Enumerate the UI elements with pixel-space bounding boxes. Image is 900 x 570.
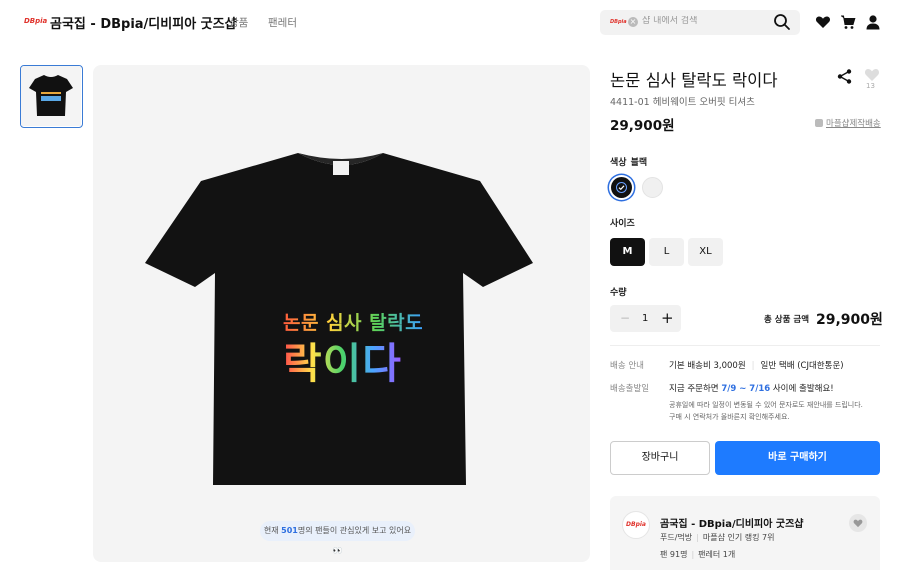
shop-rank: 마플샵 인기 랭킹 7위 (702, 533, 775, 542)
shirt-print-line2: 락이다 (283, 330, 402, 391)
color-label-text: 색상 (610, 158, 627, 168)
like-heart-icon[interactable] (864, 67, 880, 82)
top-header: DBpia 곰국집 - DBpia/디비피아 굿즈샵 상품 팬레터 DBpia … (0, 0, 900, 44)
shop-category: 푸드/먹방 (660, 533, 693, 542)
shipping-date-suffix: 사이에 출발해요! (772, 384, 834, 394)
thumbnail-tshirt-icon (21, 66, 81, 126)
shipping-date-prefix: 지금 주문하면 (669, 384, 719, 394)
like-count: 13 (866, 82, 875, 90)
shipping-date-value: 지금 주문하면 7/9 ~ 7/16 사이에 출발해요! (669, 382, 834, 394)
divider (610, 345, 880, 346)
product-title: 논문 심사 탈락도 락이다 (610, 71, 778, 90)
size-option-l[interactable]: L (649, 238, 684, 266)
color-selected-value: 블랙 (630, 158, 648, 168)
shipping-info-label: 배송 안내 (610, 361, 644, 371)
product-thumbnail[interactable] (20, 65, 83, 128)
search-icon[interactable] (773, 13, 791, 31)
nav-fanletter[interactable]: 팬레터 (268, 15, 297, 30)
color-label: 색상 블랙 (610, 155, 647, 168)
nav-products[interactable]: 상품 (229, 15, 248, 30)
quantity-label: 수량 (610, 288, 627, 298)
box-icon (815, 119, 823, 127)
fans-watching-badge: 현재 501명의 팬들이 관심있게 보고 있어요 👀 (260, 521, 415, 555)
shipping-info-value: 기본 배송비 3,000원 | 일반 택배 (CJ대한통운) (669, 361, 844, 371)
quantity-increase-button[interactable]: + (661, 309, 674, 327)
total-label: 총 상품 금액 (764, 315, 810, 325)
check-icon (616, 182, 627, 193)
marpple-shipping-label: 마플샵제작배송 (826, 119, 881, 129)
wishlist-heart-icon[interactable] (815, 14, 831, 30)
shop-category-rank: 푸드/먹방 | 마플샵 인기 랭킹 7위 (660, 533, 775, 542)
total-price: 29,900원 (816, 312, 883, 328)
heart-icon (853, 519, 863, 528)
shipping-note-1: 공휴일에 따라 일정이 변동될 수 있어 문자로도 재안내를 드립니다. (669, 401, 863, 409)
size-label: 사이즈 (610, 219, 635, 229)
search-shop-logo: DBpia (610, 19, 627, 25)
user-icon[interactable] (865, 14, 881, 30)
clear-search-icon[interactable]: × (628, 17, 638, 27)
buy-now-button[interactable]: 바로 구매하기 (715, 441, 880, 475)
color-swatch-black[interactable] (611, 177, 632, 198)
shop-letters: 팬레터 1개 (698, 550, 736, 559)
shop-name[interactable]: 곰국집 - DBpia/디비피아 굿즈샵 (660, 515, 804, 530)
shipping-method: 일반 택배 (CJ대한통운) (760, 361, 844, 371)
shop-card[interactable]: DBpia 곰국집 - DBpia/디비피아 굿즈샵 › 푸드/먹방 | 마플샵 인… (610, 496, 880, 570)
shipping-note-2: 구매 시 연락처가 올바른지 확인해주세요. (669, 413, 790, 421)
shipping-fee: 기본 배송비 3,000원 (669, 361, 746, 371)
shop-follow-heart-icon[interactable] (849, 514, 867, 532)
product-subtitle: 4411-01 헤비웨이트 오버핏 티셔츠 (610, 97, 755, 108)
size-option-m[interactable]: M (610, 238, 645, 266)
cart-icon[interactable] (840, 14, 856, 30)
quantity-decrease-button[interactable]: − (620, 311, 630, 325)
shipping-date-range: 7/9 ~ 7/16 (721, 384, 771, 394)
color-swatch-white[interactable] (642, 177, 663, 198)
product-price: 29,900원 (610, 118, 675, 134)
search-input[interactable] (642, 16, 762, 26)
quantity-value[interactable]: 1 (642, 313, 648, 324)
marpple-shipping-link[interactable]: 마플샵제작배송 (815, 117, 881, 129)
fans-prefix: 현재 (263, 526, 279, 535)
size-option-xl[interactable]: XL (688, 238, 723, 266)
product-main-image[interactable]: 논문 심사 탈락도 락이다 현재 501명의 팬들이 관심있게 보고 있어요 👀 (93, 65, 590, 562)
shop-fans: 팬 91명 (660, 550, 688, 559)
shop-logo[interactable]: DBpia (622, 511, 650, 539)
fans-count: 501 (281, 526, 298, 535)
share-icon[interactable] (837, 69, 852, 84)
add-to-cart-button[interactable]: 장바구니 (610, 441, 710, 475)
store-title[interactable]: 곰국집 - DBpia/디비피아 굿즈샵 (50, 13, 237, 32)
brand-logo[interactable]: DBpia (24, 17, 47, 26)
shop-fans-letters: 팬 91명 | 팬레터 1개 (660, 550, 736, 559)
quantity-stepper: − 1 + (610, 305, 681, 332)
chevron-right-icon[interactable]: › (790, 514, 794, 527)
shipping-date-label: 배송출발일 (610, 384, 650, 394)
